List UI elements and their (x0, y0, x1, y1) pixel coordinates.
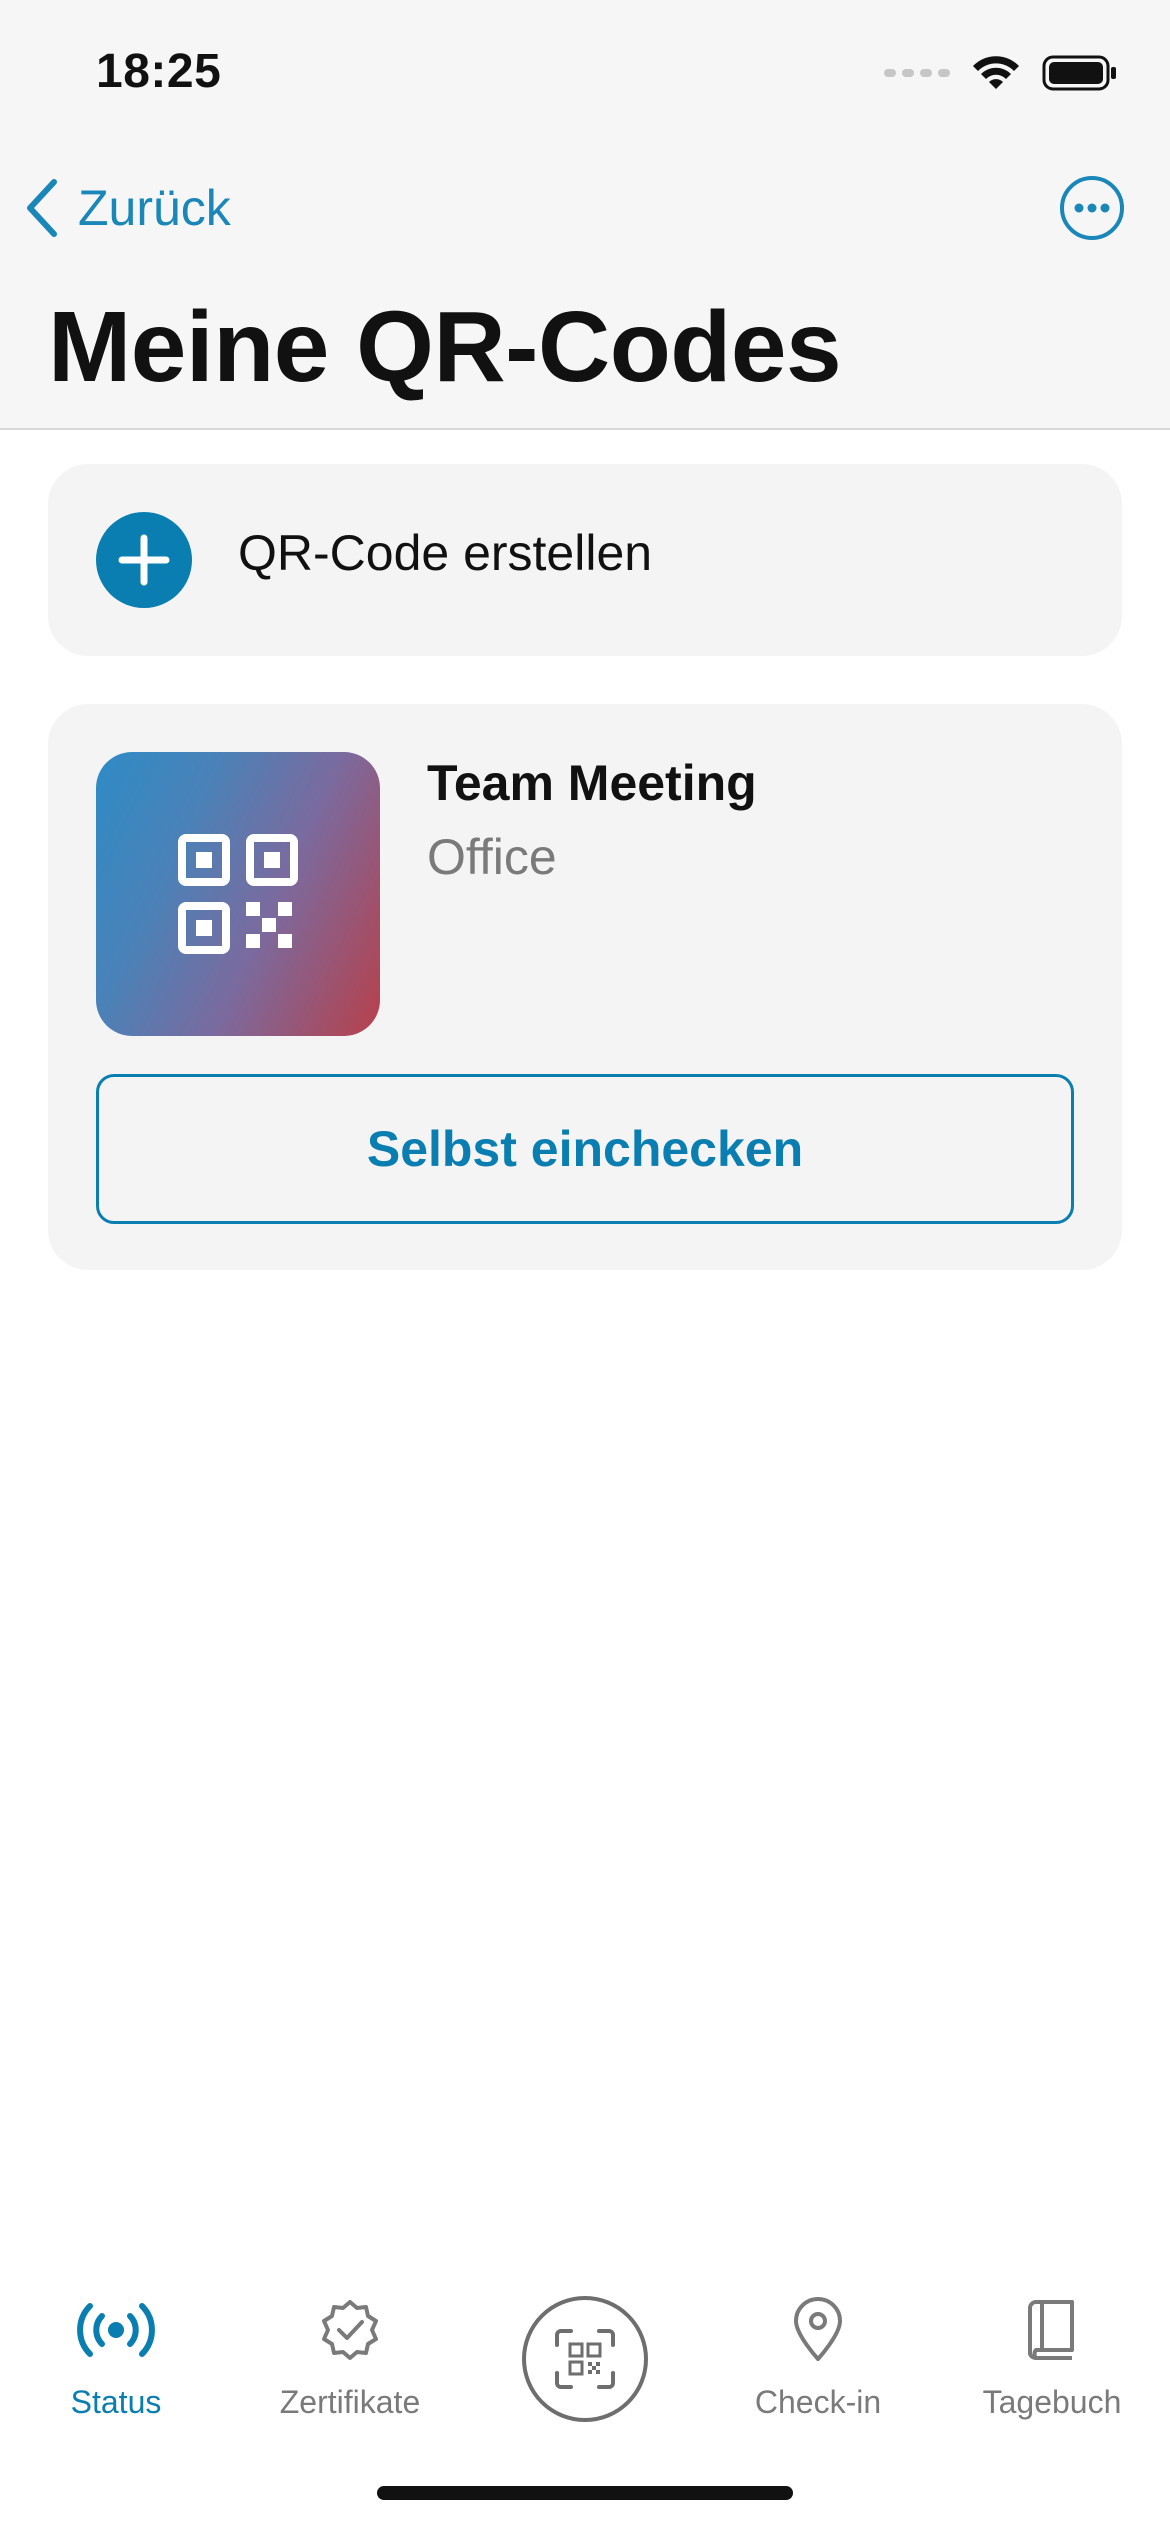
status-bar-icons (884, 48, 1118, 98)
self-check-in-button[interactable]: Selbst einchecken (96, 1074, 1074, 1224)
book-icon (1012, 2290, 1092, 2370)
plus-icon (96, 512, 192, 608)
back-label: Zurück (78, 180, 231, 236)
tab-zertifikate-label: Zertifikate (279, 2384, 421, 2420)
tab-check-in[interactable]: Check-in (718, 2290, 918, 2450)
chevron-left-icon (27, 179, 57, 237)
status-time: 18:25 (96, 45, 222, 98)
page-title: Meine QR-Codes (48, 291, 842, 403)
tab-check-in-label: Check-in (754, 2384, 882, 2420)
home-indicator (377, 2486, 793, 2500)
tab-bar: Status Zertifikate Check-in Tagebuch (0, 2268, 1170, 2468)
qr-code-event-card[interactable]: Team Meeting Office Selbst einchecken (48, 704, 1122, 1270)
cellular-signal-icon (884, 69, 950, 77)
qr-scan-button[interactable] (522, 2296, 648, 2422)
tab-status-label: Status (70, 2384, 162, 2420)
event-thumbnail (96, 752, 380, 1036)
create-qr-code-button[interactable]: QR-Code erstellen (48, 464, 1122, 656)
broadcast-icon (76, 2290, 156, 2370)
tab-status[interactable]: Status (16, 2290, 216, 2450)
screen: 18:25 Zurück Meine QR-Codes QR-Code erst… (0, 0, 1170, 2532)
tab-zertifikate[interactable]: Zertifikate (250, 2290, 450, 2450)
header: 18:25 Zurück Meine QR-Codes (0, 0, 1170, 430)
event-subtitle: Office (427, 829, 557, 885)
certificate-badge-icon (310, 2290, 390, 2370)
wifi-icon (973, 56, 1019, 89)
battery-icon (1042, 55, 1116, 91)
qr-scan-icon (555, 2329, 615, 2389)
location-pin-icon (778, 2290, 858, 2370)
qr-code-icon (178, 834, 298, 954)
more-options-button[interactable] (1058, 174, 1126, 242)
back-button[interactable]: Zurück (24, 168, 231, 248)
tab-tagebuch-label: Tagebuch (982, 2384, 1122, 2420)
create-qr-code-label: QR-Code erstellen (238, 525, 653, 581)
tab-tagebuch[interactable]: Tagebuch (952, 2290, 1152, 2450)
event-title: Team Meeting (427, 755, 757, 811)
